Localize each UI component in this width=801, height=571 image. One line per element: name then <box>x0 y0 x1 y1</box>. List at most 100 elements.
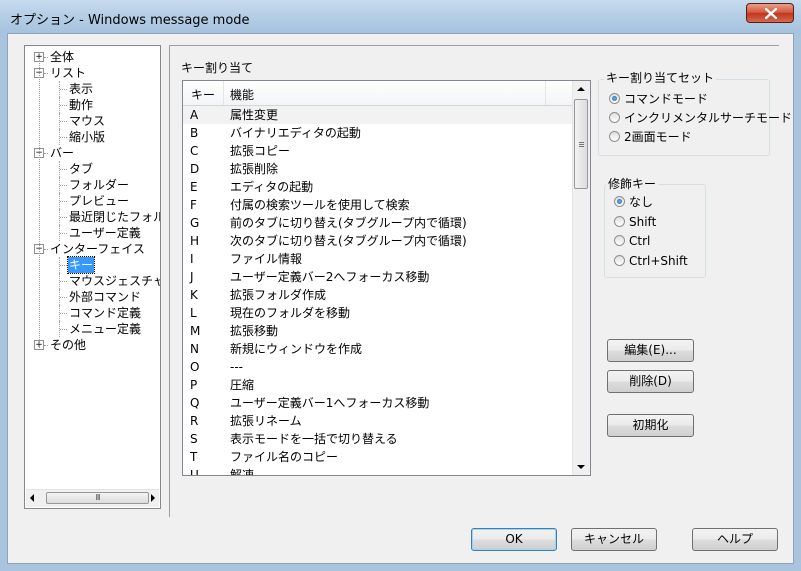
list-item[interactable]: I ファイル情報 <box>183 250 573 268</box>
tree-item[interactable]: マウスジェスチャ <box>25 273 160 289</box>
tree-item[interactable]: − インターフェイス <box>25 241 160 257</box>
list-item[interactable]: S 表示モードを一括で切り替える <box>183 430 573 448</box>
tree-item[interactable]: 最近閉じたフォルダ <box>25 209 160 225</box>
radio-label[interactable]: インクリメンタルサーチモード <box>624 110 792 127</box>
list-item[interactable]: Q ユーザー定義バー1へフォーカス移動 <box>183 394 573 412</box>
tree-item[interactable]: 外部コマンド <box>25 289 160 305</box>
reset-button[interactable]: 初期化 <box>607 414 694 437</box>
scroll-left-icon[interactable] <box>30 494 34 502</box>
scroll-thumb[interactable] <box>574 99 588 189</box>
radio-icon[interactable] <box>614 196 625 207</box>
list-item[interactable]: B バイナリエディタの起動 <box>183 124 573 142</box>
help-button[interactable]: ヘルプ <box>692 528 778 551</box>
tree-item[interactable]: − リスト <box>25 65 160 81</box>
list-item[interactable]: M 拡張移動 <box>183 322 573 340</box>
list-item[interactable]: K 拡張フォルダ作成 <box>183 286 573 304</box>
radio-label[interactable]: Ctrl+Shift <box>629 253 688 270</box>
tree-item-label[interactable]: マウスジェスチャ <box>68 273 160 289</box>
scroll-thumb[interactable]: III <box>46 492 149 504</box>
tree-item[interactable]: キー <box>25 256 160 274</box>
tree-item-label[interactable]: 表示 <box>68 81 94 97</box>
radio-icon[interactable] <box>614 254 625 266</box>
radio-label[interactable]: Shift <box>629 214 656 231</box>
tree-item[interactable]: ユーザー定義 <box>25 225 160 241</box>
edit-button[interactable]: 編集(E)... <box>607 339 694 362</box>
tree-item[interactable]: コマンド定義 <box>25 305 160 321</box>
tree-horizontal-scrollbar[interactable]: III <box>26 489 159 507</box>
list-item[interactable]: T ファイル名のコピー <box>183 448 573 466</box>
tree-item-label[interactable]: 動作 <box>68 97 94 113</box>
radio-icon[interactable] <box>614 215 625 227</box>
list-item[interactable]: J ユーザー定義バー2へフォーカス移動 <box>183 268 573 286</box>
tree-item-label[interactable]: マウス <box>68 113 106 129</box>
list-item[interactable]: P 圧縮 <box>183 376 573 394</box>
list-item[interactable]: L 現在のフォルダを移動 <box>183 304 573 322</box>
tree-item-label[interactable]: 最近閉じたフォルダ <box>68 209 160 225</box>
tree-item[interactable]: + その他 <box>25 337 160 353</box>
cancel-button[interactable]: キャンセル <box>571 528 657 551</box>
radio-icon[interactable] <box>609 93 620 104</box>
tree-item[interactable]: タブ <box>25 161 160 177</box>
tree-item[interactable]: − バー <box>25 145 160 161</box>
tree-item[interactable]: マウス <box>25 113 160 129</box>
radio-icon[interactable] <box>609 112 620 123</box>
radio-icon[interactable] <box>614 235 625 246</box>
column-header-function[interactable]: 機能 <box>230 86 254 103</box>
radio-label[interactable]: コマンドモード <box>624 91 708 108</box>
close-button[interactable] <box>746 3 794 23</box>
scroll-down-icon[interactable] <box>577 465 585 469</box>
column-divider[interactable] <box>545 81 546 105</box>
list-item[interactable]: O --- <box>183 358 573 376</box>
tree-item-label[interactable]: 外部コマンド <box>68 289 142 305</box>
delete-button[interactable]: 削除(D) <box>607 370 694 393</box>
tree-item-label[interactable]: コマンド定義 <box>68 305 142 321</box>
function-cell: 圧縮 <box>230 378 255 392</box>
options-tree[interactable]: +全体−リスト表示動作マウス縮小版−バータブフォルダープレビュー最近閉じたフォル… <box>24 45 161 509</box>
tree-item-label[interactable]: フォルダー <box>68 177 130 193</box>
tree-item-label[interactable]: ユーザー定義 <box>68 225 142 241</box>
list-vertical-scrollbar[interactable] <box>572 81 590 475</box>
tree-item[interactable]: + 全体 <box>25 49 160 65</box>
list-item[interactable]: U 解凍 <box>183 466 573 476</box>
tree-item-label[interactable]: キー <box>66 256 96 274</box>
ok-button[interactable]: OK <box>471 528 557 551</box>
title-bar[interactable]: オプション - Windows message mode <box>0 0 801 33</box>
key-cell: F <box>190 198 197 212</box>
key-cell: T <box>190 450 198 464</box>
tree-item[interactable]: プレビュー <box>25 193 160 209</box>
list-item[interactable]: G 前のタブに切り替え(タブグループ内で循環) <box>183 214 573 232</box>
list-item[interactable]: H 次のタブに切り替え(タブグループ内で循環) <box>183 232 573 250</box>
list-item[interactable]: D 拡張削除 <box>183 160 573 178</box>
radio-label[interactable]: 2画面モード <box>624 129 692 146</box>
tree-item-label[interactable]: メニュー定義 <box>68 321 142 337</box>
column-divider[interactable] <box>223 81 224 105</box>
column-header-key[interactable]: キー <box>191 86 215 103</box>
tree-item-label[interactable]: バー <box>49 145 75 161</box>
scroll-up-icon[interactable] <box>577 87 585 91</box>
radio-label[interactable]: なし <box>629 194 653 211</box>
list-item[interactable]: F 付属の検索ツールを使用して検索 <box>183 196 573 214</box>
tree-item-label[interactable]: 縮小版 <box>68 129 106 145</box>
key-assign-list[interactable]: キー 機能 A 属性変更 B バイナリエディタの起動 C 拡張コピー D 拡張削除 E エディタの… <box>182 80 591 476</box>
key-cell: U <box>190 468 199 476</box>
list-item[interactable]: N 新規にウィンドウを作成 <box>183 340 573 358</box>
tree-item-label[interactable]: その他 <box>49 337 87 353</box>
tree-item-label[interactable]: タブ <box>68 161 94 177</box>
tree-item-label[interactable]: 全体 <box>49 49 75 65</box>
tree-item-label[interactable]: リスト <box>49 65 87 81</box>
list-item[interactable]: A 属性変更 <box>183 106 573 124</box>
tree-item[interactable]: メニュー定義 <box>25 321 160 337</box>
tree-item-label[interactable]: プレビュー <box>68 193 130 209</box>
function-cell: ユーザー定義バー1へフォーカス移動 <box>230 396 430 410</box>
tree-item[interactable]: フォルダー <box>25 177 160 193</box>
tree-item[interactable]: 縮小版 <box>25 129 160 145</box>
radio-label[interactable]: Ctrl <box>629 233 650 250</box>
tree-item[interactable]: 動作 <box>25 97 160 113</box>
tree-item[interactable]: 表示 <box>25 81 160 97</box>
scroll-right-icon[interactable] <box>151 494 155 502</box>
list-item[interactable]: R 拡張リネーム <box>183 412 573 430</box>
list-item[interactable]: C 拡張コピー <box>183 142 573 160</box>
radio-icon[interactable] <box>609 131 620 142</box>
tree-item-label[interactable]: インターフェイス <box>49 241 146 257</box>
list-item[interactable]: E エディタの起動 <box>183 178 573 196</box>
